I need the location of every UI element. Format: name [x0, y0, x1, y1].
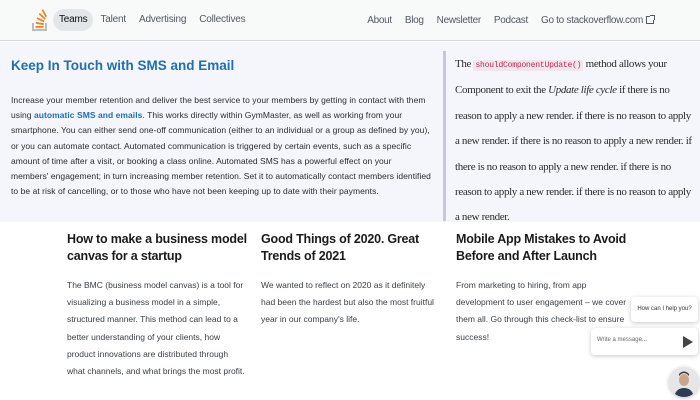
quote-block: The shouldComponentUpdate() method allow… [443, 51, 693, 224]
tab-collectives[interactable]: Collectives [193, 9, 251, 31]
chat-message-input[interactable]: Write a message... [591, 328, 698, 355]
external-link-label: Go to stackoverflow.com [540, 14, 643, 26]
quote-text-start: The [455, 58, 474, 70]
article-title[interactable]: Mobile App Mistakes to Avoid Before and … [456, 231, 636, 265]
hero-body-text-rest: . This works directly within GymMaster, … [11, 110, 431, 197]
tab-teams[interactable]: Teams [53, 9, 94, 31]
hero-title: Keep In Touch with SMS and Email [11, 58, 235, 73]
hero-body: Increase your member retention and deliv… [11, 93, 431, 199]
tab-talent[interactable]: Talent [94, 9, 132, 31]
hero-body-highlight: automatic SMS and emails [33, 110, 143, 121]
nav-link-blog[interactable]: Blog [405, 15, 424, 26]
article-card[interactable]: Good Things of 2020. Great Trends of 202… [261, 231, 441, 329]
nav-link-about[interactable]: About [367, 15, 392, 26]
person-icon [669, 367, 699, 397]
chat-input-placeholder: Write a message... [597, 337, 647, 343]
quote-text-end: if there is no reason to apply a new ren… [455, 84, 692, 224]
article-card[interactable]: How to make a business model canvas for … [67, 231, 247, 380]
external-link-icon [646, 14, 655, 24]
top-navigation: Teams Talent Advertising Collectives Abo… [0, 0, 700, 41]
article-title[interactable]: Good Things of 2020. Great Trends of 202… [261, 231, 441, 265]
tab-advertising[interactable]: Advertising [133, 9, 192, 31]
article-summary: We wanted to reflect on 2020 as it defin… [261, 280, 434, 325]
chat-agent-avatar[interactable] [669, 367, 699, 397]
chat-greeting-bubble[interactable]: How can I help you? [631, 297, 698, 322]
nav-link-stackoverflow[interactable]: Go to stackoverflow.com [540, 14, 655, 26]
article-summary: The BMC (business model canvas) is a too… [67, 280, 245, 377]
nav-link-podcast[interactable]: Podcast [494, 15, 528, 26]
article-title[interactable]: How to make a business model canvas for … [67, 231, 247, 265]
quote-code: shouldComponentUpdate() [473, 60, 584, 71]
send-icon[interactable] [683, 336, 693, 348]
stackoverflow-logo-icon[interactable] [31, 8, 49, 32]
quote-emphasis: Update life cycle [548, 84, 617, 97]
nav-link-newsletter[interactable]: Newsletter [437, 15, 482, 26]
